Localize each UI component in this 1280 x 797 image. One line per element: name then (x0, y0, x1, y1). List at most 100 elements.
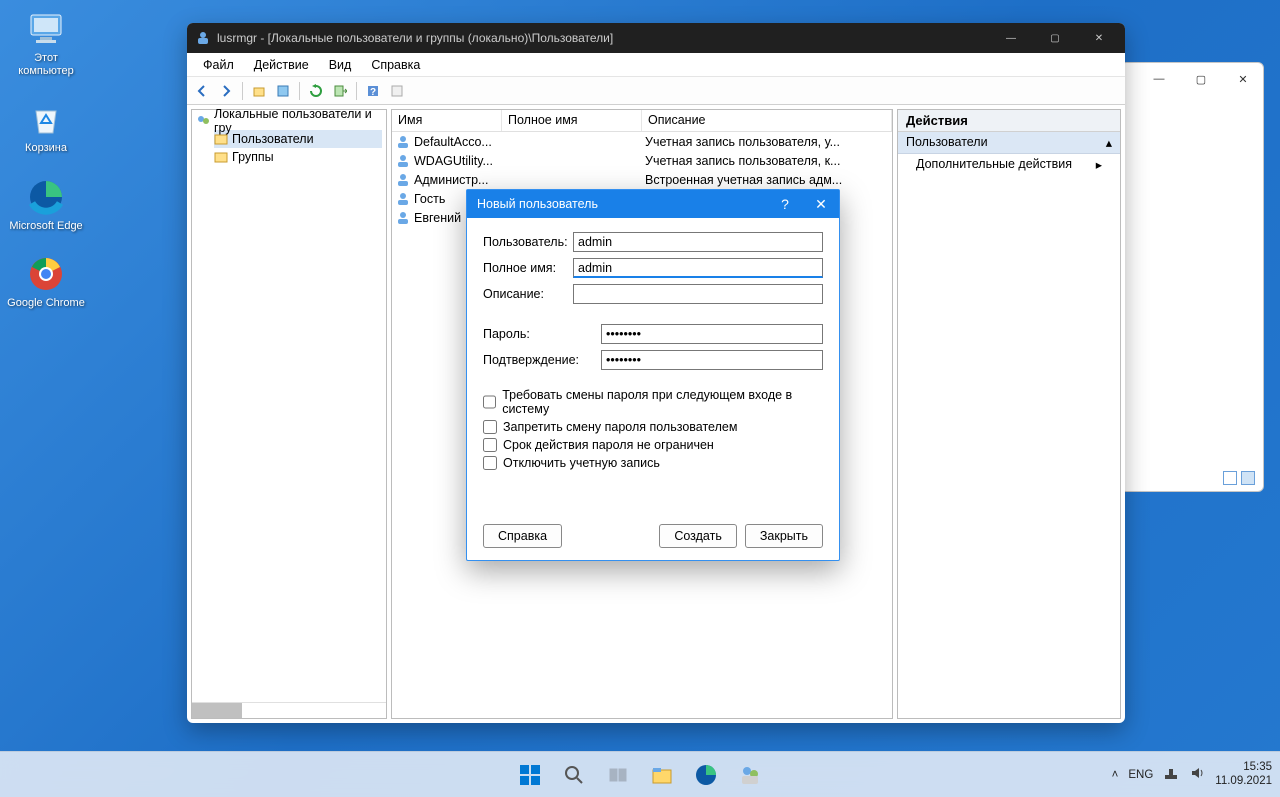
menu-view[interactable]: Вид (319, 55, 362, 75)
svg-text:?: ? (370, 87, 376, 98)
col-desc[interactable]: Описание (642, 110, 892, 131)
dialog-titlebar[interactable]: Новый пользователь ? ✕ (467, 190, 839, 218)
window-title: lusrmgr - [Локальные пользователи и груп… (217, 31, 613, 45)
desktop-icon-edge[interactable]: Microsoft Edge (6, 176, 86, 233)
checkbox[interactable] (483, 438, 497, 452)
menu-file[interactable]: Файл (193, 55, 244, 75)
actions-header: Действия (898, 110, 1120, 132)
volume-icon[interactable] (1189, 765, 1205, 784)
check-disable[interactable]: Отключить учетную запись (483, 456, 823, 470)
close-button[interactable]: ✕ (803, 196, 839, 213)
label-user: Пользователь: (483, 235, 573, 249)
menu-help[interactable]: Справка (361, 55, 430, 75)
start-button[interactable] (511, 756, 549, 794)
export-button[interactable] (329, 80, 351, 102)
input-confirm[interactable] (601, 350, 823, 370)
input-password[interactable] (601, 324, 823, 344)
tree-root[interactable]: Локальные пользователи и гру (196, 112, 382, 130)
list-header: Имя Полное имя Описание (392, 110, 892, 132)
cell-desc: Учетная запись пользователя, к... (645, 154, 892, 168)
actions-group-label: Пользователи (906, 135, 988, 150)
up-button[interactable] (248, 80, 270, 102)
input-fullname[interactable] (573, 258, 823, 278)
actions-group[interactable]: Пользователи ▴ (898, 132, 1120, 154)
label-confirm: Подтверждение: (483, 353, 601, 367)
col-fullname[interactable]: Полное имя (502, 110, 642, 131)
computer-icon (25, 8, 67, 50)
clock-date: 11.09.2021 (1215, 775, 1272, 789)
create-button[interactable]: Создать (659, 524, 737, 548)
clock-time: 15:35 (1215, 761, 1272, 775)
minimize-button[interactable]: — (989, 23, 1033, 53)
tray-chevron-icon[interactable]: ˄ (1112, 769, 1119, 781)
language-indicator[interactable]: ENG (1128, 769, 1153, 781)
input-desc[interactable] (573, 284, 823, 304)
cell-name: Администр... (414, 173, 505, 187)
input-user[interactable] (573, 232, 823, 252)
cell-desc: Учетная запись пользователя, у... (645, 135, 892, 149)
back-button[interactable] (191, 80, 213, 102)
help-button[interactable]: ? (767, 196, 803, 212)
app-icon (195, 30, 211, 46)
chrome-icon (25, 253, 67, 295)
minimize-button[interactable]: — (1139, 73, 1179, 85)
taskview-button[interactable] (599, 756, 637, 794)
checkbox[interactable] (483, 395, 496, 409)
new-user-dialog: Новый пользователь ? ✕ Пользователь: Пол… (466, 189, 840, 561)
tree-groups[interactable]: Группы (214, 148, 382, 166)
dialog-title: Новый пользователь (477, 197, 598, 211)
maximize-button[interactable]: ▢ (1181, 73, 1221, 86)
lusrmgr-button[interactable] (731, 756, 769, 794)
desktop-icon-recycle[interactable]: Корзина (6, 98, 86, 155)
clock[interactable]: 15:35 11.09.2021 (1215, 761, 1272, 789)
user-icon (395, 191, 411, 207)
checkbox-label: Отключить учетную запись (503, 456, 660, 470)
users-groups-icon (196, 114, 210, 128)
desktop-icon-chrome[interactable]: Google Chrome (6, 253, 86, 310)
help2-button[interactable] (386, 80, 408, 102)
list-row[interactable]: WDAGUtility... Учетная запись пользовател… (392, 151, 892, 170)
cell-name: DefaultAcco... (414, 135, 505, 149)
help-button[interactable]: ? (362, 80, 384, 102)
explorer-button[interactable] (643, 756, 681, 794)
tree-scrollbar[interactable] (192, 702, 386, 718)
label-desc: Описание: (483, 287, 573, 301)
network-icon[interactable] (1163, 765, 1179, 784)
desktop-icon-label: Этот компьютер (6, 52, 86, 78)
col-name[interactable]: Имя (392, 110, 502, 131)
view-toggle-icon[interactable] (1241, 471, 1255, 485)
close-button[interactable]: ✕ (1223, 73, 1263, 86)
edge-button[interactable] (687, 756, 725, 794)
collapse-icon: ▴ (1106, 135, 1112, 150)
view-toggle-icon[interactable] (1223, 471, 1237, 485)
search-button[interactable] (555, 756, 593, 794)
check-require-change[interactable]: Требовать смены пароля при следующем вхо… (483, 388, 823, 416)
forward-button[interactable] (215, 80, 237, 102)
titlebar[interactable]: lusrmgr - [Локальные пользователи и груп… (187, 23, 1125, 53)
properties-button[interactable] (272, 80, 294, 102)
close-button[interactable]: ✕ (1077, 23, 1121, 53)
close-button[interactable]: Закрыть (745, 524, 823, 548)
menu-action[interactable]: Действие (244, 55, 319, 75)
desktop-icon-label: Google Chrome (7, 297, 85, 310)
cell-name: WDAGUtility... (414, 154, 505, 168)
checkbox-label: Запретить смену пароля пользователем (503, 420, 737, 434)
refresh-button[interactable] (305, 80, 327, 102)
checkbox[interactable] (483, 420, 497, 434)
tree-root-label: Локальные пользователи и гру (214, 107, 382, 135)
system-tray: ˄ ENG 15:35 11.09.2021 (1112, 761, 1272, 789)
background-window[interactable]: — ▢ ✕ (1120, 62, 1264, 492)
taskbar: ˄ ENG 15:35 11.09.2021 (0, 751, 1280, 797)
actions-pane: Действия Пользователи ▴ Дополнительные д… (897, 109, 1121, 719)
list-row[interactable]: Администр...Встроенная учетная запись ад… (392, 170, 892, 189)
checkbox[interactable] (483, 456, 497, 470)
desktop-icon-computer[interactable]: Этот компьютер (6, 8, 86, 78)
list-row[interactable]: DefaultAcco... Учетная запись пользовател… (392, 132, 892, 151)
help-button[interactable]: Справка (483, 524, 562, 548)
toolbar: ? (187, 77, 1125, 105)
maximize-button[interactable]: ▢ (1033, 23, 1077, 53)
recycle-icon (25, 98, 67, 140)
check-no-change[interactable]: Запретить смену пароля пользователем (483, 420, 823, 434)
check-no-expire[interactable]: Срок действия пароля не ограничен (483, 438, 823, 452)
actions-more[interactable]: Дополнительные действия ▸ (898, 154, 1120, 176)
